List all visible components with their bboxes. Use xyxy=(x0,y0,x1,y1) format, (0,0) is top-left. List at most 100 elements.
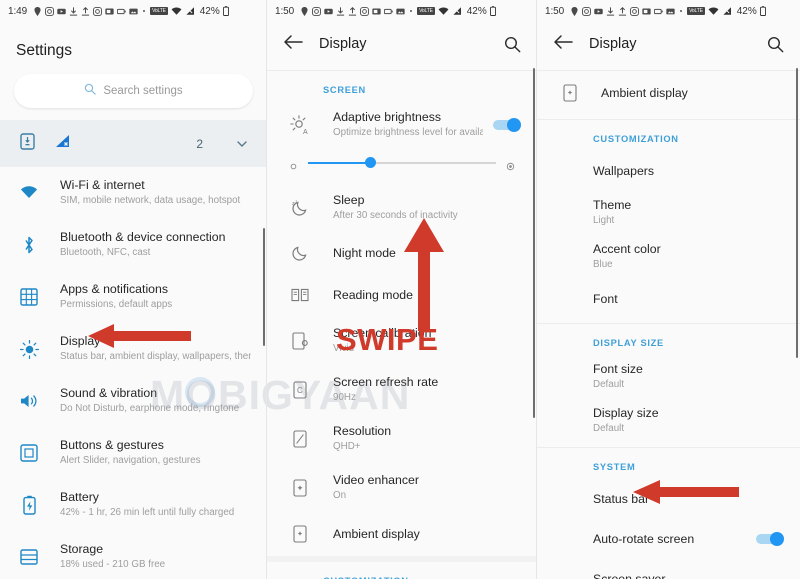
search-icon[interactable] xyxy=(767,36,784,53)
battery-saver-icon xyxy=(117,7,126,16)
list-item-display[interactable]: Display Status bar, ambient display, wal… xyxy=(0,323,267,375)
list-item-text: Ambient display xyxy=(601,86,784,101)
section-header-display-size: DISPLAY SIZE xyxy=(593,338,664,348)
signal-icon xyxy=(452,6,462,16)
list-item-ambient-display[interactable]: Ambient display xyxy=(267,512,537,556)
list-item-adaptive-brightness[interactable]: A Adaptive brightness Optimize brightnes… xyxy=(267,102,537,148)
list-item-accent-color[interactable]: Accent color Blue xyxy=(537,235,800,279)
list-item-apps-notifications[interactable]: Apps & notifications Permissions, defaul… xyxy=(0,271,267,323)
list-item-subtitle: Do Not Disturb, earphone mode, ringtone xyxy=(60,403,240,414)
back-arrow-icon[interactable] xyxy=(283,34,303,54)
list-item-title: Font size xyxy=(593,362,643,376)
list-item-title: Ambient display xyxy=(601,85,688,100)
battery-icon xyxy=(222,6,229,16)
storage-icon xyxy=(16,544,42,570)
list-item-text: Status bar xyxy=(593,492,784,507)
bluetooth-icon xyxy=(16,232,42,258)
panel-separator-1 xyxy=(266,0,267,579)
brightness-high-icon xyxy=(506,158,515,171)
list-item-subtitle: QHD+ xyxy=(333,440,361,452)
list-item-text: Battery 42% - 1 hr, 26 min left until fu… xyxy=(60,490,251,520)
status-bar-clock: 1:49 xyxy=(8,5,28,17)
scrollbar-panel3[interactable] xyxy=(796,68,798,358)
sim-card-icon xyxy=(20,132,35,155)
list-item-storage[interactable]: Storage 18% used - 210 GB free xyxy=(0,531,267,579)
list-item-text: Screen refresh rate 90Hz xyxy=(333,375,521,405)
panel-display-bottom: 1:50 VoLTE 42% Display Ambient display C… xyxy=(537,0,800,579)
location-icon xyxy=(33,6,42,16)
brightness-icon xyxy=(16,336,42,362)
suggestion-count: 2 xyxy=(196,136,203,151)
list-item-text: Night mode xyxy=(333,246,521,261)
list-item-subtitle: Default xyxy=(593,423,625,434)
swipe-label: SWIPE xyxy=(336,322,439,357)
list-item-buttons-gestures[interactable]: Buttons & gestures Alert Slider, navigat… xyxy=(0,427,267,479)
adaptive-brightness-icon: A xyxy=(287,112,313,138)
list-item-title: Storage xyxy=(60,542,104,556)
list-item-title: Sound & vibration xyxy=(60,386,158,400)
list-item-title: Night mode xyxy=(333,245,396,260)
toggle-knob xyxy=(507,118,521,132)
list-item-night-mode[interactable]: Night mode xyxy=(267,232,537,274)
screenshot-icon xyxy=(372,7,381,16)
list-item-text: Accent color Blue xyxy=(593,242,784,272)
status-bar-panel1: 1:49 VoLTE 42% xyxy=(0,0,267,22)
app-bar-panel2: Display xyxy=(267,22,537,66)
svg-text:A: A xyxy=(303,129,308,135)
list-item-sleep[interactable]: zz Sleep After 30 seconds of inactivity xyxy=(267,183,537,232)
ambient-display-icon xyxy=(287,521,313,547)
list-item-font[interactable]: Font xyxy=(537,279,800,319)
list-item-subtitle: On xyxy=(333,489,347,501)
list-item-resolution[interactable]: Resolution QHD+ xyxy=(267,414,537,463)
wifi-icon xyxy=(708,6,719,17)
adaptive-brightness-toggle[interactable] xyxy=(493,118,521,132)
search-input[interactable]: Search settings xyxy=(14,74,253,108)
list-item-theme[interactable]: Theme Light xyxy=(537,191,800,235)
scrollbar-panel2[interactable] xyxy=(533,68,535,418)
list-item-text: Sleep After 30 seconds of inactivity xyxy=(333,193,521,223)
list-item-title: Auto-rotate screen xyxy=(593,531,695,546)
list-item-font-size[interactable]: Font size Default xyxy=(537,355,800,399)
list-item-title: Wi-Fi & internet xyxy=(60,178,145,192)
list-item-reading-mode[interactable]: Reading mode xyxy=(267,274,537,316)
page-title: Settings xyxy=(16,42,73,59)
instagram-icon xyxy=(630,6,639,16)
list-item-subtitle: Optimize brightness level for available … xyxy=(333,127,483,138)
list-item-display-size[interactable]: Display size Default xyxy=(537,399,800,443)
list-item-screen-refresh-rate[interactable]: C Screen refresh rate 90Hz xyxy=(267,365,537,414)
youtube-icon xyxy=(57,7,66,16)
chevron-down-icon[interactable] xyxy=(235,137,249,151)
list-item-auto-rotate-screen[interactable]: Auto-rotate screen xyxy=(537,519,800,559)
back-arrow-icon[interactable] xyxy=(553,34,573,54)
battery-saver-icon xyxy=(654,7,663,16)
slider-fill xyxy=(308,161,371,164)
list-item-text: Storage 18% used - 210 GB free xyxy=(60,542,251,572)
search-icon[interactable] xyxy=(504,36,521,53)
suggestion-card[interactable]: 2 xyxy=(0,120,267,167)
list-item-subtitle: Light xyxy=(593,215,615,226)
list-item-subtitle: 42% - 1 hr, 26 min left until fully char… xyxy=(60,507,235,518)
list-item-sound-vibration[interactable]: Sound & vibration Do Not Disturb, earpho… xyxy=(0,375,267,427)
auto-rotate-toggle[interactable] xyxy=(756,532,784,546)
list-item-status-bar[interactable]: Status bar xyxy=(537,479,800,519)
list-item-wifi-internet[interactable]: Wi-Fi & internet SIM, mobile network, da… xyxy=(0,167,267,219)
list-item-wallpapers[interactable]: Wallpapers xyxy=(537,151,800,191)
list-item-battery[interactable]: Battery 42% - 1 hr, 26 min left until fu… xyxy=(0,479,267,531)
slider-knob[interactable] xyxy=(364,157,376,168)
battery-icon xyxy=(759,6,766,16)
list-item-screen-saver[interactable]: Screen saver xyxy=(537,559,800,579)
list-item-text: Wallpapers xyxy=(593,164,784,179)
book-icon xyxy=(287,282,313,308)
scrollbar-panel1[interactable] xyxy=(263,228,265,346)
list-item-text: Theme Light xyxy=(593,198,784,228)
brightness-slider[interactable] xyxy=(267,148,537,183)
list-item-title: Wallpapers xyxy=(593,163,655,178)
list-item-bluetooth[interactable]: Bluetooth & device connection Bluetooth,… xyxy=(0,219,267,271)
moon-icon xyxy=(287,240,313,266)
list-item-ambient-display[interactable]: Ambient display xyxy=(537,71,800,115)
list-item-video-enhancer[interactable]: Video enhancer On xyxy=(267,463,537,512)
slider-track[interactable] xyxy=(308,157,496,168)
list-item-title: Display xyxy=(60,334,101,348)
list-item-text: Sound & vibration Do Not Disturb, earpho… xyxy=(60,386,251,416)
status-bar-panel3: 1:50 VoLTE 42% xyxy=(537,0,800,22)
